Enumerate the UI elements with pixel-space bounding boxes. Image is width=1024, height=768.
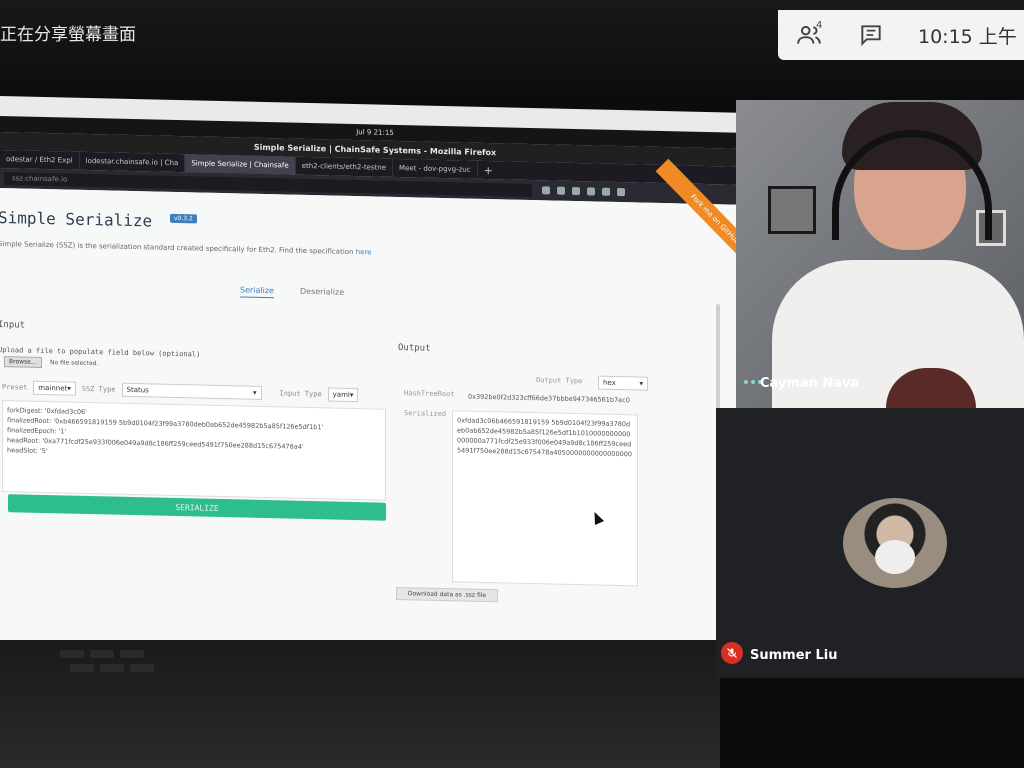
browser-tab[interactable]: lodestar.chainsafe.io | Cha	[79, 151, 186, 173]
chevron-down-icon: ▾	[639, 379, 643, 388]
chat-icon	[861, 25, 881, 47]
people-button[interactable]: 4	[778, 10, 840, 60]
extension-icon[interactable]	[572, 186, 580, 196]
serialized-label: Serialized	[404, 409, 447, 419]
output-type-select[interactable]: hex ▾	[598, 375, 648, 391]
ssz-type-select[interactable]: Status ▾	[121, 382, 262, 400]
page-title: Simple Serialize	[0, 207, 153, 231]
mode-tabs: Serialize Deserialize	[240, 285, 344, 299]
system-clock: Jul 9 21:15	[356, 128, 394, 137]
input-heading: Input	[0, 319, 26, 331]
toolbar-icons	[542, 186, 625, 197]
tab-serialize[interactable]: Serialize	[240, 285, 274, 299]
input-type-select[interactable]: yaml ▾	[327, 387, 359, 403]
input-textarea[interactable]: forkDigest: '0xfdad3c06' finalizedRoot: …	[2, 400, 386, 501]
extension-icon[interactable]	[602, 187, 610, 196]
meet-controls: 4 10:15 上午	[778, 10, 1024, 60]
chevron-down-icon: ▾	[67, 384, 71, 393]
intro-text: Simple Serialize (SSZ) is the serializat…	[0, 240, 372, 256]
preset-label: Preset	[2, 383, 28, 392]
wall-picture	[768, 186, 816, 234]
download-ssz-button[interactable]: Download data as .ssz file	[396, 586, 498, 603]
extension-icon[interactable]	[557, 186, 565, 195]
participant-video-bubble	[843, 498, 947, 588]
browse-button[interactable]: Browse...	[4, 356, 42, 368]
tab-deserialize[interactable]: Deserialize	[300, 287, 344, 300]
hash-tree-root-label: HashTreeRoot	[404, 389, 455, 399]
input-options-row: Preset mainnet ▾ SSZ Type Status ▾ Input…	[2, 380, 359, 403]
new-tab-button[interactable]: +	[478, 161, 499, 179]
participant-count: 4	[816, 20, 823, 31]
participant-name: Summer Liu	[750, 648, 838, 663]
hash-tree-root-value: 0x392be0f2d323cff66de37bbbe947346561b7ec…	[468, 392, 630, 405]
chevron-down-icon: ▾	[349, 390, 354, 400]
serialized-output[interactable]: 0xfdad3c06b466591819159 5b9d0104f23f99a3…	[452, 410, 638, 587]
browser-tab[interactable]: eth2-clients/eth2-testne	[295, 156, 394, 177]
ssz-type-label: SSZ Type	[81, 384, 116, 394]
meet-clock: 10:15 上午	[918, 25, 1017, 48]
web-page: Simple Serialize v0.3.2 Simple Serialize…	[0, 158, 750, 664]
participant-name: Cayman Nava	[760, 376, 860, 391]
version-badge: v0.3.2	[170, 213, 197, 224]
chat-button[interactable]	[840, 10, 902, 60]
no-file-label: No file selected.	[50, 359, 99, 368]
menu-icon[interactable]	[617, 188, 625, 197]
output-type-value: hex	[603, 378, 616, 387]
screen-share-banner: 正在分享螢幕畫面	[0, 25, 136, 45]
preset-value: mainnet	[38, 383, 68, 393]
output-heading: Output	[398, 343, 431, 354]
spec-link[interactable]: here	[356, 248, 372, 256]
input-type-label: Input Type	[279, 389, 322, 399]
mic-off-icon	[721, 642, 743, 664]
output-type-label: Output Type	[536, 376, 583, 386]
participant-tile-main[interactable]	[736, 100, 1024, 408]
dog	[875, 540, 915, 574]
download-icon[interactable]	[542, 186, 550, 195]
laptop-screen: Jul 9 21:15 Simple Serialize | ChainSafe…	[0, 96, 750, 664]
meet-top-bar: 正在分享螢幕畫面 4 10:15 上午	[0, 0, 1024, 90]
intro-sentence: Simple Serialize (SSZ) is the serializat…	[0, 239, 354, 257]
chevron-down-icon: ▾	[253, 388, 257, 397]
browser-tab[interactable]: Meet - dov-pgvg-zuc	[393, 158, 478, 179]
ssz-type-value: Status	[126, 385, 149, 395]
input-type-value: yaml	[332, 390, 350, 399]
browser-tab[interactable]: odestar / Eth2 Expl	[0, 150, 80, 170]
keyboard	[60, 650, 200, 690]
preset-select[interactable]: mainnet ▾	[33, 380, 76, 396]
extension-icon[interactable]	[587, 187, 595, 196]
